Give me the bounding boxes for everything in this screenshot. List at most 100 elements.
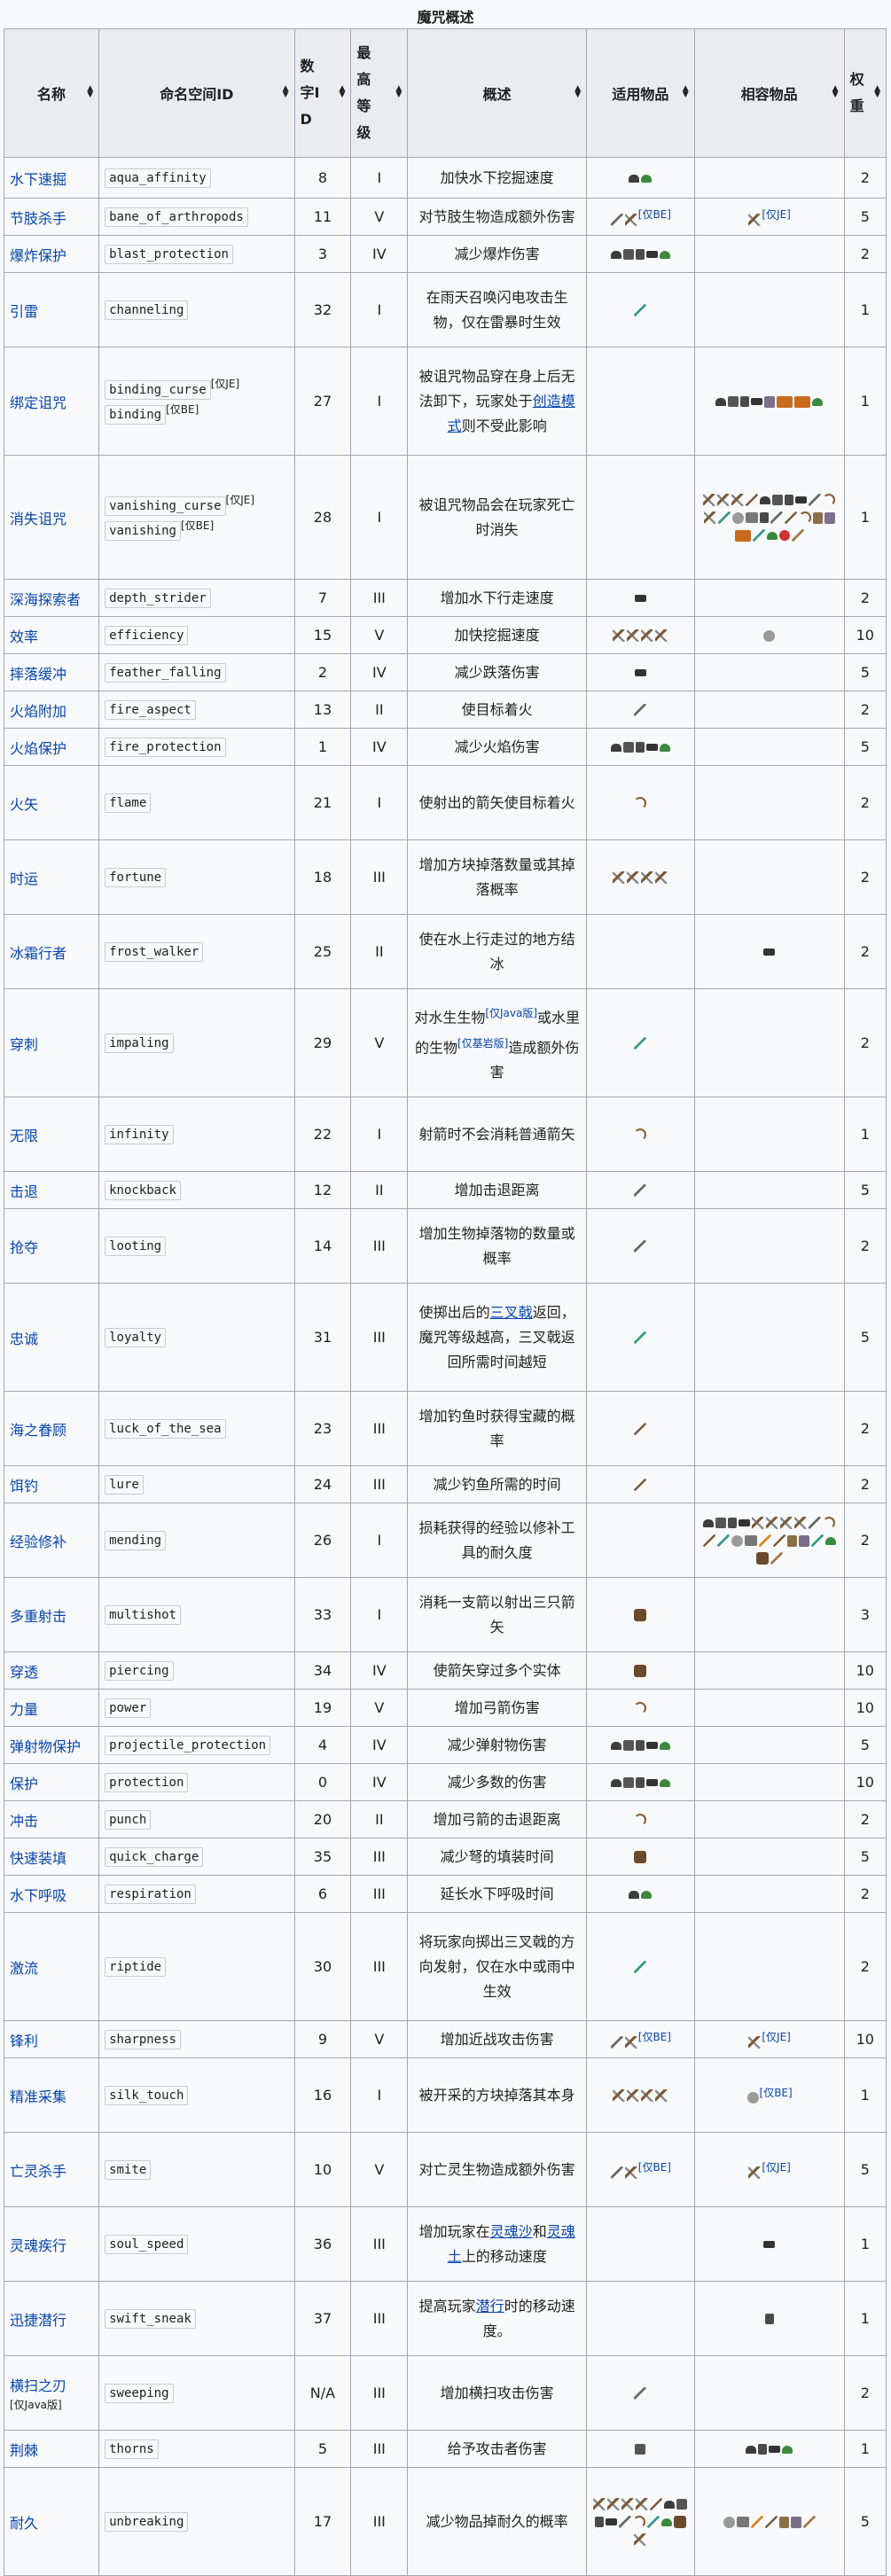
col-header-summary[interactable]: 概述 ▲ ▼ <box>407 28 588 158</box>
sort-icon[interactable]: ▲ ▼ <box>832 85 839 99</box>
max-level-cell: I <box>350 765 409 840</box>
summary-link[interactable]: 灵魂沙 <box>490 2223 533 2240</box>
max-level-cell: III <box>350 1912 409 2021</box>
enchant-name-link[interactable]: 引雷 <box>10 303 38 320</box>
turtle-icon <box>659 250 670 259</box>
max-level-cell: IV <box>350 728 409 766</box>
sort-icon[interactable]: ▲ ▼ <box>395 85 402 99</box>
enchant-name-link[interactable]: 弹射物保护 <box>10 1738 81 1755</box>
compatible-items-cell <box>693 2467 845 2576</box>
col-header-label: 最高等级 <box>356 44 371 141</box>
sort-icon[interactable]: ▲ ▼ <box>683 85 689 99</box>
applicable-items-cell <box>586 579 695 617</box>
enchant-name-link[interactable]: 爆炸保护 <box>10 247 66 264</box>
col-header-name[interactable]: 名称 ▲ ▼ <box>3 28 100 158</box>
table-row: 火焰保护 fire_protection 1 IV 减少火焰伤害 5 <box>3 728 887 766</box>
namespace-id: soul_speed <box>105 2234 189 2254</box>
trident-icon <box>810 1534 824 1547</box>
namespace-id-cell: feather_falling <box>98 653 295 691</box>
enchant-name-link[interactable]: 效率 <box>10 628 38 645</box>
enchant-name-link[interactable]: 忠诚 <box>10 1331 38 1347</box>
enchant-name-link[interactable]: 消失诅咒 <box>10 511 66 527</box>
col-header-compat[interactable]: 相容物品 ▲ ▼ <box>693 28 845 158</box>
sort-icon[interactable]: ▲ ▼ <box>87 85 93 99</box>
col-header-label: 数字ID <box>300 58 320 128</box>
summary-cell: 减少爆炸伤害 <box>407 235 588 273</box>
enchant-name-link[interactable]: 冰霜行者 <box>10 945 66 962</box>
cross-icon <box>634 1609 647 1621</box>
enchant-name-link[interactable]: 无限 <box>10 1128 38 1144</box>
enchant-name-link[interactable]: 精准采集 <box>10 2088 66 2105</box>
enchant-name-cell: 无限 <box>3 1097 100 1172</box>
enchant-name-link[interactable]: 荆棘 <box>10 2442 38 2459</box>
enchant-name-link[interactable]: 力量 <box>10 1701 38 1718</box>
enchant-name-link[interactable]: 横扫之刃 <box>10 2377 66 2394</box>
enchant-name-link[interactable]: 摔落缓冲 <box>10 666 66 683</box>
enchant-name-link[interactable]: 火焰保护 <box>10 740 66 757</box>
enchant-name-link[interactable]: 水下呼吸 <box>10 1887 66 1904</box>
col-header-weight[interactable]: 权重 ▲ ▼ <box>843 28 887 158</box>
rod-icon <box>634 1479 647 1491</box>
weight-cell: 2 <box>843 2355 887 2431</box>
enchant-name-link[interactable]: 快速装填 <box>10 1850 66 1867</box>
summary-link[interactable]: 潜行 <box>476 2298 504 2314</box>
sort-icon[interactable]: ▲ ▼ <box>874 85 880 99</box>
sort-icon[interactable]: ▲ ▼ <box>339 85 345 99</box>
enchant-name-link[interactable]: 抢夺 <box>10 1239 38 1256</box>
enchant-name-link[interactable]: 击退 <box>10 1183 38 1200</box>
enchant-name-link[interactable]: 经验修补 <box>10 1534 66 1550</box>
numeric-id-cell: 37 <box>293 2281 352 2356</box>
turtle-icon <box>641 1890 653 1899</box>
shears-icon <box>746 2092 759 2104</box>
table-row: 海之眷顾 luck_of_the_sea 23 III 增加钓鱼时获得宝藏的概率 2 <box>3 1391 887 1466</box>
enchant-name-link[interactable]: 迅捷潜行 <box>10 2312 66 2329</box>
namespace-id: multishot <box>105 1604 181 1625</box>
enchant-name-cell: 水下速掘 <box>3 157 100 199</box>
enchant-name-link[interactable]: 锋利 <box>10 2033 38 2049</box>
summary-cell: 使射出的箭矢使目标着火 <box>407 765 588 840</box>
sort-icon[interactable]: ▲ ▼ <box>283 85 289 99</box>
applicable-items-cell <box>586 2057 695 2133</box>
enchant-name-cell: 灵魂疾行 <box>3 2206 100 2282</box>
enchant-name-link[interactable]: 海之眷顾 <box>10 1422 66 1439</box>
enchant-name-cell: 锋利 <box>3 2020 100 2058</box>
enchant-name-link[interactable]: 饵钓 <box>10 1478 38 1495</box>
sort-icon[interactable]: ▲ ▼ <box>574 85 581 99</box>
enchant-name-link[interactable]: 灵魂疾行 <box>10 2237 66 2254</box>
col-header-maxlvl[interactable]: 最高等级 ▲ ▼ <box>350 28 409 158</box>
col-header-num[interactable]: 数字ID ▲ ▼ <box>293 28 352 158</box>
enchant-name-link[interactable]: 节肢杀手 <box>10 210 66 227</box>
enchant-name-link[interactable]: 耐久 <box>10 2515 38 2532</box>
summary-cell: 使目标着火 <box>407 691 588 729</box>
trident-icon <box>634 1961 647 1973</box>
enchant-name-link[interactable]: 冲击 <box>10 1813 38 1830</box>
edition-note: [仅Java版] <box>485 1007 538 1020</box>
enchant-name-link[interactable]: 绑定诅咒 <box>10 394 66 411</box>
enchant-name-link[interactable]: 时运 <box>10 870 38 887</box>
summary-link[interactable]: 三叉戟 <box>490 1304 533 1321</box>
enchant-name-link[interactable]: 穿刺 <box>10 1036 38 1053</box>
enchant-name-link[interactable]: 保护 <box>10 1776 38 1792</box>
col-header-label: 概述 <box>482 86 512 103</box>
col-header-items[interactable]: 适用物品 ▲ ▼ <box>586 28 695 158</box>
table-row: 效率 efficiency 15 V 加快挖掘速度 10 <box>3 616 887 654</box>
weight-cell: 5 <box>843 2467 887 2576</box>
summary-cell: 延长水下呼吸时间 <box>407 1875 588 1913</box>
enchant-name-link[interactable]: 火矢 <box>10 796 38 813</box>
enchant-name-link[interactable]: 火焰附加 <box>10 703 66 720</box>
enchant-name-link[interactable]: 激流 <box>10 1960 38 1977</box>
enchant-name-link[interactable]: 亡灵杀手 <box>10 2163 66 2180</box>
enchant-name-cell: 节肢杀手 <box>3 198 100 236</box>
summary-cell: 减少物品掉耐久的概率 <box>407 2467 588 2576</box>
numeric-id-cell: 9 <box>293 2020 352 2058</box>
max-level-cell: I <box>350 272 409 347</box>
enchant-name-link[interactable]: 多重射击 <box>10 1608 66 1625</box>
col-header-id[interactable]: 命名空间ID ▲ ▼ <box>98 28 295 158</box>
enchant-name-link[interactable]: 水下速掘 <box>10 171 66 188</box>
applicable-items-cell <box>586 616 695 654</box>
namespace-id-cell: multishot <box>98 1577 295 1652</box>
applicable-items-cell <box>586 1171 695 1209</box>
weight-cell: 2 <box>843 988 887 1097</box>
enchant-name-link[interactable]: 穿透 <box>10 1664 38 1681</box>
enchant-name-link[interactable]: 深海探索者 <box>10 591 81 608</box>
